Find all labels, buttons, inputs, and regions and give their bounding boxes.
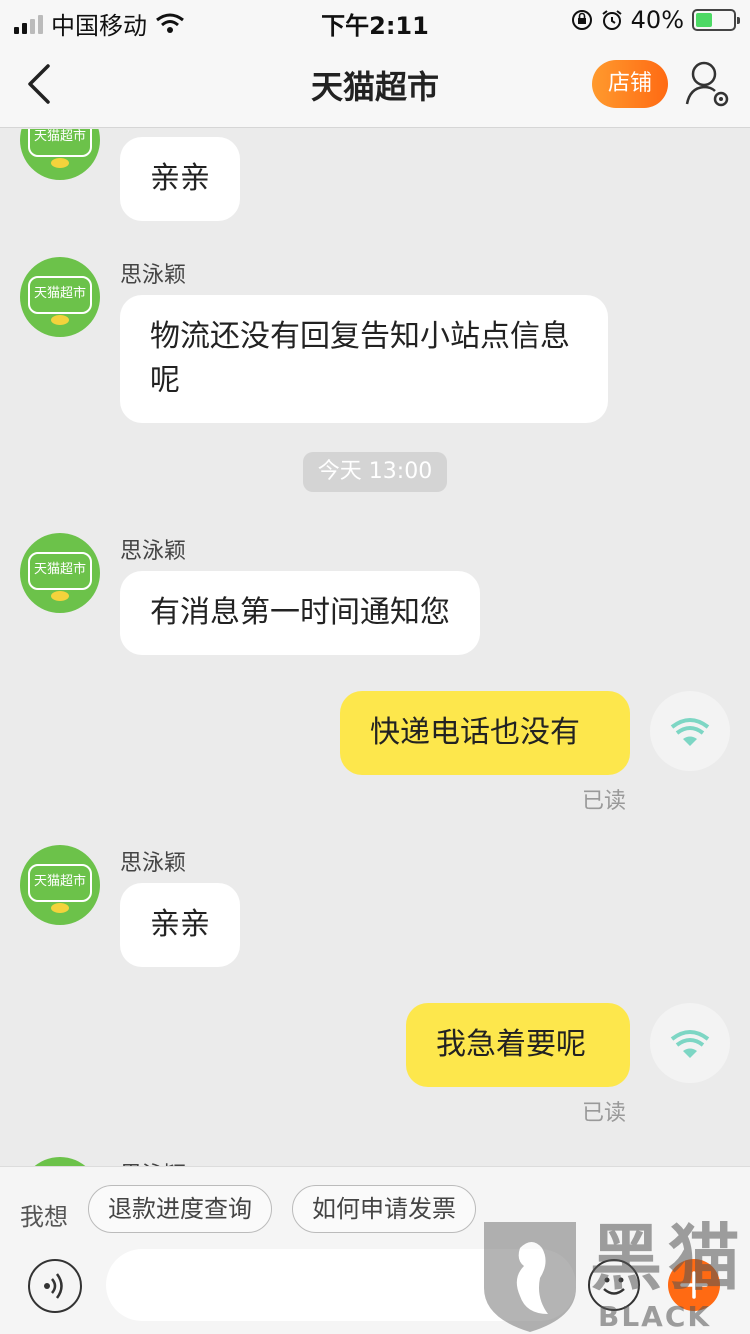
shop-avatar[interactable]: 天猫超市 <box>20 1157 100 1166</box>
read-status: 已读 <box>582 1101 627 1126</box>
my-avatar[interactable] <box>650 1003 730 1083</box>
sender-name: 思泳颖 <box>120 851 187 876</box>
avatar-smile <box>51 903 69 913</box>
cat-shield-icon <box>484 1222 576 1332</box>
status-bar: 中国移动 下午2:11 40% <box>0 0 750 40</box>
avatar-smile <box>51 315 69 325</box>
message-bubble[interactable]: 有消息第一时间通知您 <box>120 571 480 655</box>
status-right: 40% <box>571 6 740 34</box>
sender-name: 思泳颖 <box>120 1157 186 1166</box>
avatar-smile <box>51 591 69 601</box>
nav-bar: 天猫超市 店铺 <box>0 40 750 128</box>
black-cat-watermark: 黑猫 BLACK CAT <box>480 1218 750 1334</box>
battery-percent: 40% <box>630 6 684 34</box>
store-button[interactable]: 店铺 <box>592 60 668 108</box>
quick-reply-invoice[interactable]: 如何申请发票 <box>292 1185 476 1233</box>
alarm-icon <box>602 10 622 30</box>
watermark-subtext: BLACK CAT <box>598 1300 712 1334</box>
voice-icon[interactable] <box>28 1259 82 1313</box>
read-status: 已读 <box>582 789 627 814</box>
message-bubble[interactable]: 亲亲 <box>120 883 240 967</box>
my-message-bubble[interactable]: 快递电话也没有 <box>340 691 630 775</box>
avatar-logo: 天猫超市 <box>28 129 92 157</box>
time-divider: 今天 13:00 <box>303 452 447 492</box>
shop-avatar[interactable]: 天猫超市 <box>20 257 100 337</box>
sender-name: 思泳颖 <box>120 263 187 288</box>
my-message-bubble[interactable]: 我急着要呢 <box>406 1003 630 1087</box>
wifi-icon <box>670 1030 710 1058</box>
message-bubble[interactable]: 亲亲 <box>120 137 240 221</box>
shop-avatar[interactable]: 天猫超市 <box>20 533 100 613</box>
user-settings-icon[interactable] <box>684 58 732 110</box>
my-avatar[interactable] <box>650 691 730 771</box>
sender-name: 思泳颖 <box>120 539 187 564</box>
message-bubble[interactable]: 物流还没有回复告知小站点信息呢 <box>120 295 608 423</box>
avatar-smile <box>51 158 69 168</box>
avatar-logo: 天猫超市 <box>28 552 92 590</box>
chat-area[interactable]: 天猫超市 亲亲 天猫超市 思泳颖 物流还没有回复告知小站点信息呢 今天 13:0… <box>0 129 750 1166</box>
quick-reply-label: 我想 <box>20 1203 68 1231</box>
quick-reply-refund[interactable]: 退款进度查询 <box>88 1185 272 1233</box>
battery-icon <box>692 9 740 31</box>
shop-avatar[interactable]: 天猫超市 <box>20 129 100 180</box>
shop-avatar[interactable]: 天猫超市 <box>20 845 100 925</box>
watermark-text: 黑猫 <box>590 1216 747 1300</box>
orientation-lock-icon <box>571 10 592 30</box>
avatar-logo: 天猫超市 <box>28 276 92 314</box>
wifi-icon <box>670 718 710 746</box>
avatar-logo: 天猫超市 <box>28 864 92 902</box>
